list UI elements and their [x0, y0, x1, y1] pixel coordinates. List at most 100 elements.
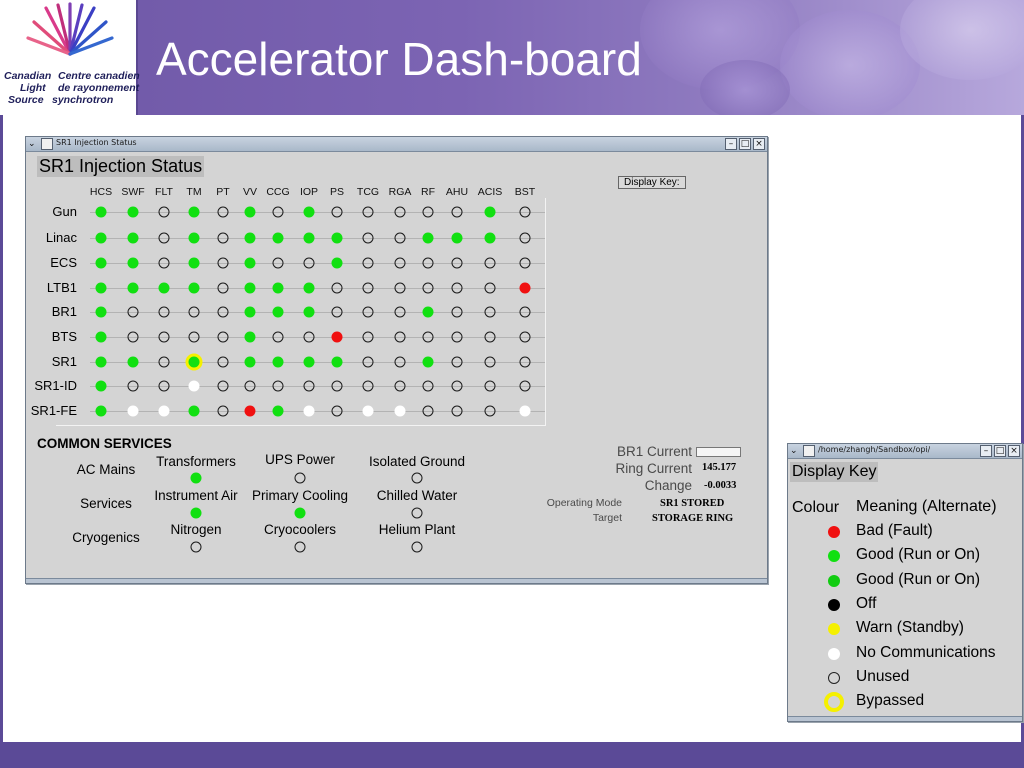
- status-unused-dot[interactable]: [484, 331, 496, 343]
- status-unused-dot[interactable]: [158, 206, 170, 218]
- key-window-bottom-edge[interactable]: [788, 716, 1022, 721]
- status-unused-dot[interactable]: [331, 282, 343, 294]
- status-unused-dot[interactable]: [217, 306, 229, 318]
- status-unused-dot[interactable]: [411, 472, 423, 484]
- status-unused-dot[interactable]: [303, 331, 315, 343]
- status-good-dot[interactable]: [190, 472, 202, 484]
- status-unused-dot[interactable]: [411, 541, 423, 553]
- key-minimize-button[interactable]: –: [980, 445, 992, 457]
- status-good-dot[interactable]: [244, 206, 256, 218]
- status-good-dot[interactable]: [95, 306, 107, 318]
- status-unused-dot[interactable]: [519, 206, 531, 218]
- status-good-dot[interactable]: [422, 232, 434, 244]
- window-bottom-edge[interactable]: [26, 578, 767, 583]
- status-unused-dot[interactable]: [158, 306, 170, 318]
- key-window-pin-icon[interactable]: [803, 445, 815, 457]
- status-good-dot[interactable]: [451, 232, 463, 244]
- status-good-dot[interactable]: [127, 232, 139, 244]
- status-unused-dot[interactable]: [190, 541, 202, 553]
- minimize-button[interactable]: –: [725, 138, 737, 150]
- status-unused-dot[interactable]: [272, 257, 284, 269]
- status-good-dot[interactable]: [331, 356, 343, 368]
- status-unused-dot[interactable]: [394, 331, 406, 343]
- status-unused-dot[interactable]: [519, 232, 531, 244]
- status-good-dot[interactable]: [484, 232, 496, 244]
- status-unused-dot[interactable]: [158, 232, 170, 244]
- status-unused-dot[interactable]: [484, 282, 496, 294]
- status-good-dot[interactable]: [188, 232, 200, 244]
- status-unused-dot[interactable]: [394, 356, 406, 368]
- status-unused-dot[interactable]: [362, 356, 374, 368]
- status-unused-dot[interactable]: [422, 206, 434, 218]
- status-good-dot[interactable]: [127, 257, 139, 269]
- status-unused-dot[interactable]: [394, 380, 406, 392]
- status-bad-dot[interactable]: [244, 405, 256, 417]
- display-key-button[interactable]: Display Key:: [618, 176, 686, 189]
- status-unused-dot[interactable]: [331, 380, 343, 392]
- status-unused-dot[interactable]: [188, 306, 200, 318]
- status-unused-dot[interactable]: [422, 405, 434, 417]
- status-unused-dot[interactable]: [158, 356, 170, 368]
- status-unused-dot[interactable]: [394, 257, 406, 269]
- status-unused-dot[interactable]: [519, 306, 531, 318]
- status-good-dot[interactable]: [127, 356, 139, 368]
- status-unused-dot[interactable]: [217, 206, 229, 218]
- status-unused-dot[interactable]: [303, 380, 315, 392]
- status-good-dot[interactable]: [244, 356, 256, 368]
- status-unused-dot[interactable]: [217, 356, 229, 368]
- status-good-dot[interactable]: [95, 257, 107, 269]
- status-unused-dot[interactable]: [331, 306, 343, 318]
- status-unused-dot[interactable]: [519, 331, 531, 343]
- status-unused-dot[interactable]: [451, 380, 463, 392]
- status-unused-dot[interactable]: [362, 282, 374, 294]
- status-unused-dot[interactable]: [451, 306, 463, 318]
- status-bad-dot[interactable]: [519, 282, 531, 294]
- status-unused-dot[interactable]: [519, 257, 531, 269]
- status-unused-dot[interactable]: [217, 282, 229, 294]
- status-unused-dot[interactable]: [484, 380, 496, 392]
- status-unused-dot[interactable]: [484, 257, 496, 269]
- status-good-dot[interactable]: [95, 232, 107, 244]
- status-nocomm-dot[interactable]: [362, 405, 374, 417]
- status-unused-dot[interactable]: [244, 380, 256, 392]
- status-unused-dot[interactable]: [272, 380, 284, 392]
- status-unused-dot[interactable]: [127, 331, 139, 343]
- status-nocomm-dot[interactable]: [303, 405, 315, 417]
- status-unused-dot[interactable]: [188, 331, 200, 343]
- status-unused-dot[interactable]: [362, 331, 374, 343]
- status-good-dot[interactable]: [158, 282, 170, 294]
- status-unused-dot[interactable]: [362, 306, 374, 318]
- status-unused-dot[interactable]: [362, 380, 374, 392]
- status-unused-dot[interactable]: [127, 380, 139, 392]
- status-good-dot[interactable]: [303, 306, 315, 318]
- key-window-titlebar[interactable]: ⌄ /home/zhangh/Sandbox/opi/ – □ ×: [788, 444, 1022, 459]
- status-unused-dot[interactable]: [451, 206, 463, 218]
- status-good-dot[interactable]: [422, 356, 434, 368]
- status-good-dot[interactable]: [95, 206, 107, 218]
- maximize-button[interactable]: □: [739, 138, 751, 150]
- status-unused-dot[interactable]: [217, 232, 229, 244]
- status-good-dot[interactable]: [95, 380, 107, 392]
- status-good-dot[interactable]: [244, 257, 256, 269]
- status-unused-dot[interactable]: [158, 331, 170, 343]
- status-nocomm-dot[interactable]: [188, 380, 200, 392]
- status-good-dot[interactable]: [303, 282, 315, 294]
- status-unused-dot[interactable]: [272, 331, 284, 343]
- status-nocomm-dot[interactable]: [519, 405, 531, 417]
- status-good-dot[interactable]: [95, 282, 107, 294]
- status-unused-dot[interactable]: [394, 306, 406, 318]
- status-unused-dot[interactable]: [519, 380, 531, 392]
- status-unused-dot[interactable]: [394, 206, 406, 218]
- status-unused-dot[interactable]: [331, 405, 343, 417]
- status-unused-dot[interactable]: [422, 257, 434, 269]
- status-unused-dot[interactable]: [422, 331, 434, 343]
- status-unused-dot[interactable]: [362, 257, 374, 269]
- status-unused-dot[interactable]: [303, 257, 315, 269]
- window-titlebar[interactable]: ⌄ SR1 Injection Status – □ ×: [26, 137, 767, 152]
- status-unused-dot[interactable]: [451, 356, 463, 368]
- status-good-dot[interactable]: [331, 257, 343, 269]
- status-good-dot[interactable]: [95, 356, 107, 368]
- status-unused-dot[interactable]: [362, 232, 374, 244]
- status-nocomm-dot[interactable]: [394, 405, 406, 417]
- status-unused-dot[interactable]: [217, 405, 229, 417]
